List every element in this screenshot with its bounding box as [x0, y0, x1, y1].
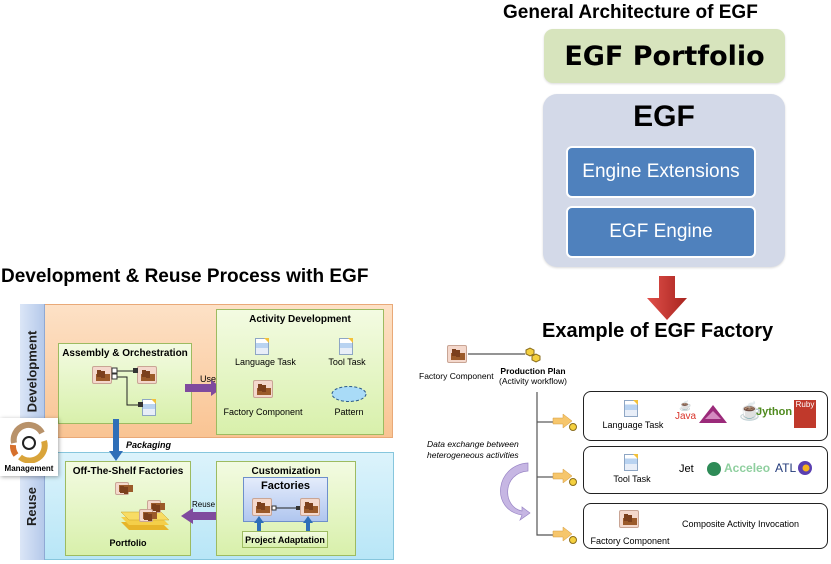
egf-engine-layer: EGF Engine — [566, 206, 756, 258]
management-badge: Management — [0, 418, 58, 476]
engine-extensions-layer: Engine Extensions — [566, 146, 756, 198]
process-title: Development & Reuse Process with EGF — [1, 266, 369, 287]
factory-component-label: Factory Component — [590, 536, 670, 546]
jython-logo-text: Jython — [756, 406, 793, 418]
management-cycle-icon — [10, 421, 48, 463]
project-adaptation-box: Project Adaptation — [242, 531, 328, 548]
pattern-icon — [331, 386, 367, 402]
off-the-shelf-factories-box: Off-The-Shelf Factories Portfolio — [65, 461, 191, 556]
factory-component-icon — [139, 509, 157, 522]
down-arrow-icon — [647, 276, 687, 320]
ruby-logo-text: Ruby — [795, 400, 815, 409]
language-task-label: Language Task — [602, 420, 664, 430]
tool-task-icon — [624, 454, 638, 471]
factory-component-icon — [115, 482, 133, 495]
factory-component-label: Factory Component — [223, 407, 303, 417]
development-label-text: Development — [24, 330, 40, 412]
tool-task-row: Tool Task Jet Acceleo ATL — [583, 446, 828, 494]
factory-component-icon — [253, 380, 273, 398]
tool-task-icon — [339, 338, 353, 355]
composite-activity-label: Composite Activity Invocation — [682, 519, 800, 529]
language-task-label: Language Task — [235, 357, 296, 367]
connector-lines — [111, 367, 143, 407]
assembly-orchestration-box: Assembly & Orchestration — [58, 343, 192, 424]
data-exchange-line-2: heterogeneous activities — [427, 450, 519, 460]
management-label: Management — [4, 464, 54, 473]
language-task-row: Language Task ☕ Java ☕ Jython Ruby — [583, 391, 828, 441]
jet-logo-text: Jet — [679, 463, 694, 475]
tool-task-label: Tool Task — [613, 474, 651, 484]
language-task-icon — [255, 338, 269, 355]
ruby-logo-icon: Ruby — [794, 400, 816, 428]
packaging-arrow-icon — [109, 419, 123, 461]
reuse-arrow-icon — [181, 508, 219, 524]
egf-container-title: EGF — [633, 100, 695, 133]
tool-task-label: Tool Task — [328, 357, 366, 367]
atl-logo-text: ATL — [775, 461, 797, 475]
architecture-title: General Architecture of EGF — [503, 2, 758, 23]
factory-component-icon — [619, 510, 639, 528]
reuse-label-text: Reuse — [24, 486, 40, 526]
composite-activity-row: Factory Component Composite Activity Inv… — [583, 503, 828, 549]
portfolio-label: Portfolio — [109, 538, 147, 548]
java-logo-icon: ☕ Java — [675, 401, 697, 422]
row-arrows — [552, 413, 577, 544]
adaptation-arrows-icon — [254, 516, 313, 532]
packaging-label: Packaging — [126, 440, 172, 450]
activity-development-title: Activity Development — [249, 314, 351, 325]
off-the-shelf-title: Off-The-Shelf Factories — [72, 466, 184, 477]
egf-portfolio-box: EGF Portfolio — [544, 29, 785, 83]
java-logo-text: Java — [675, 411, 697, 422]
activity-development-box: Activity Development Language Task Tool … — [216, 309, 384, 435]
language-task-icon — [624, 400, 638, 417]
atl-logo-icon — [798, 461, 812, 475]
factory-example-title: Example of EGF Factory — [542, 320, 774, 342]
acceleo-logo-text: Acceleo — [724, 461, 771, 475]
data-exchange-line-1: Data exchange between — [427, 439, 519, 449]
customization-title: Customization — [251, 466, 321, 477]
egf-container: EGF Engine Extensions EGF Engine — [543, 94, 785, 267]
acceleo-logo-icon — [707, 462, 721, 476]
pattern-label: Pattern — [334, 407, 364, 417]
data-exchange-label: Data exchange between heterogeneous acti… — [427, 439, 519, 461]
kermeta-logo-icon — [699, 405, 727, 423]
